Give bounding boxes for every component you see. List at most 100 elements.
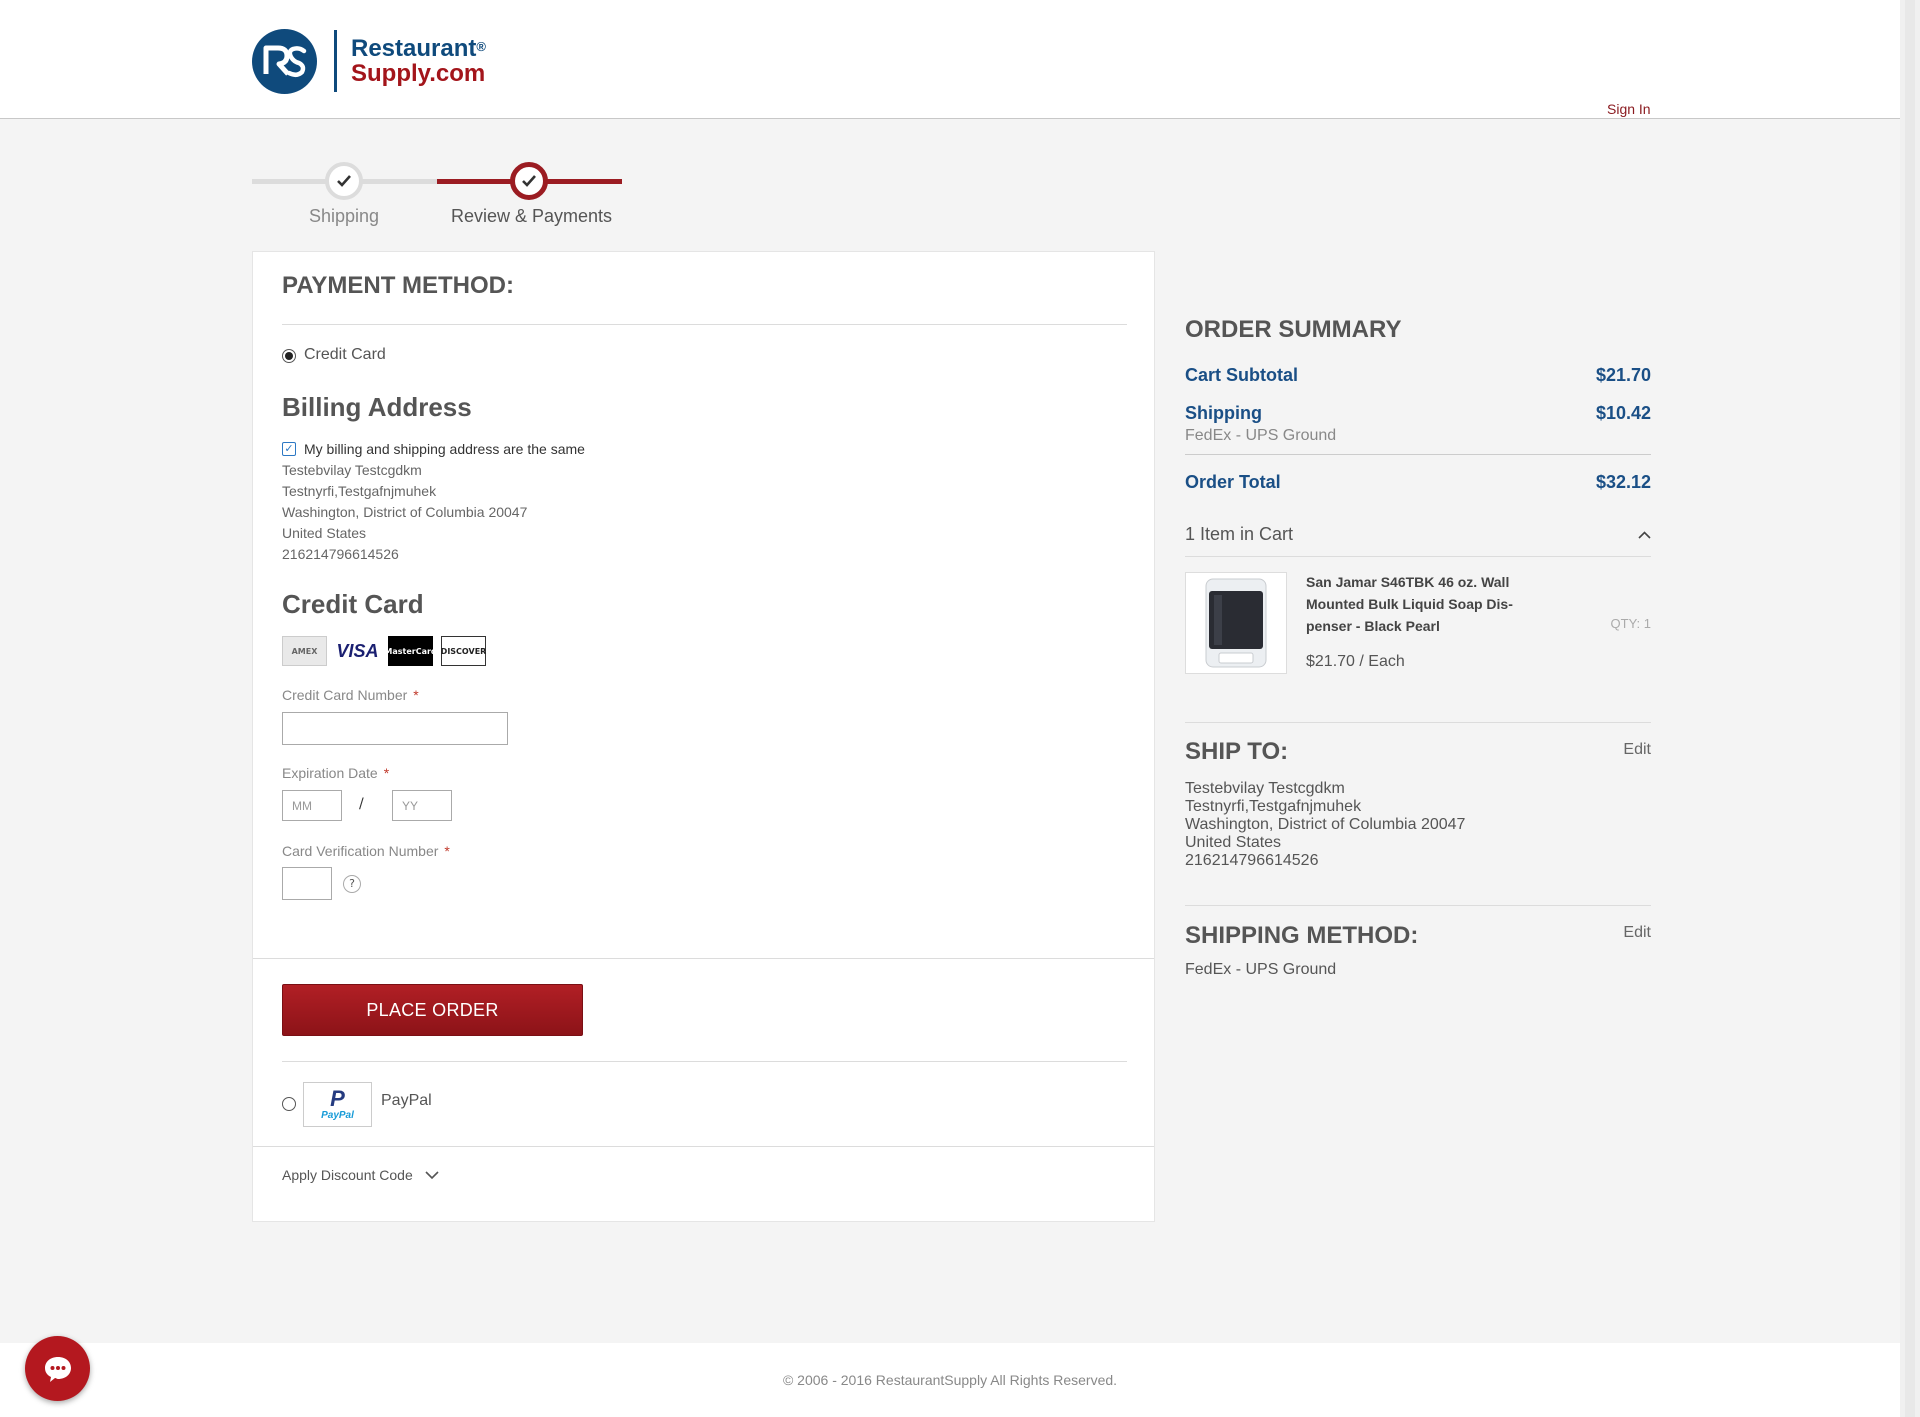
step-review-label: Review & Payments: [451, 206, 613, 226]
apply-discount-toggle[interactable]: Apply Discount Code: [282, 1167, 439, 1183]
divider: [253, 1146, 1154, 1147]
billing-address-line: Testnyrfi,Testgafnjmuhek: [282, 483, 437, 499]
paypal-p-icon: P: [330, 1086, 345, 1111]
product-price: $21.70 / Each: [1306, 653, 1405, 670]
shipping-value: $10.42: [1595, 403, 1651, 423]
logo-mark-icon: [252, 28, 317, 94]
divider: [253, 958, 1154, 959]
logo-registered-mark: ®: [476, 39, 486, 54]
divider: [1185, 454, 1651, 455]
cvv-label: Card Verification Number *: [282, 843, 450, 859]
card-number-input[interactable]: [282, 712, 508, 745]
expiration-label: Expiration Date *: [282, 765, 389, 781]
paypal-logo[interactable]: P PayPal: [303, 1082, 372, 1127]
credit-card-radio[interactable]: [282, 349, 296, 363]
expiration-month-input[interactable]: MM: [282, 790, 342, 821]
discover-icon: DISCOVER: [441, 636, 486, 666]
billing-address-line: 216214796614526: [282, 546, 399, 562]
logo-divider: [334, 30, 337, 92]
paypal-radio[interactable]: [282, 1097, 296, 1111]
site-footer: © 2006 - 2016 RestaurantSupply All Right…: [0, 1343, 1900, 1417]
order-total-label: Order Total: [1185, 472, 1281, 492]
site-header: Restaurant® Supply.com Sign In: [0, 0, 1900, 119]
cart-subtotal-value: $21.70: [1595, 365, 1651, 385]
required-mark: *: [413, 687, 419, 703]
step-shipping-check-icon[interactable]: [325, 162, 363, 200]
items-in-cart-toggle[interactable]: 1 Item in Cart: [1185, 524, 1651, 545]
credit-card-title: Credit Card: [282, 589, 424, 619]
paypal-label[interactable]: PayPal: [381, 1092, 432, 1110]
shipping-row: Shipping $10.42: [1185, 403, 1651, 424]
expiration-year-input[interactable]: YY: [392, 790, 452, 821]
divider: [1185, 905, 1651, 906]
billing-address-line: Testebvilay Testcgdkm: [282, 462, 422, 478]
expiration-separator: /: [359, 796, 364, 812]
ship-to-line: United States: [1185, 834, 1282, 851]
cvv-help-icon[interactable]: ?: [343, 875, 361, 893]
shipping-method-note: FedEx - UPS Ground: [1185, 427, 1337, 444]
shipping-method-edit-link[interactable]: Edit: [1623, 924, 1651, 942]
soap-dispenser-image: [1205, 578, 1267, 668]
items-in-cart-label: 1 Item in Cart: [1185, 524, 1294, 544]
apply-discount-label: Apply Discount Code: [282, 1167, 413, 1183]
payment-method-title: PAYMENT METHOD:: [282, 272, 515, 299]
payment-panel: PAYMENT METHOD: Credit Card Billing Addr…: [252, 251, 1155, 1222]
chevron-up-icon: [1638, 530, 1651, 539]
billing-address-line: United States: [282, 525, 367, 541]
checkout-progress: Shipping Review & Payments: [252, 158, 622, 238]
shipping-method-title: SHIPPING METHOD:: [1185, 922, 1419, 949]
product-qty: QTY: 1: [1610, 616, 1651, 631]
divider: [282, 324, 1127, 325]
paypal-logo-text: PayPal: [321, 1110, 354, 1121]
card-logos: AMEX VISA MasterCard DISCOVER: [282, 636, 486, 666]
order-summary-title: ORDER SUMMARY: [1185, 316, 1402, 343]
billing-address-block: Testebvilay Testcgdkm Testnyrfi,Testgafn…: [282, 460, 527, 565]
logo-line-1: Restaurant: [351, 35, 477, 62]
page-scrollbar-thumb[interactable]: [1905, 0, 1915, 1417]
ship-to-line: Testnyrfi,Testgafnjmuhek: [1185, 798, 1362, 815]
place-order-button[interactable]: PLACE ORDER: [282, 984, 583, 1036]
copyright-text: © 2006 - 2016 RestaurantSupply All Right…: [782, 1372, 1118, 1388]
ship-to-title: SHIP TO:: [1185, 738, 1289, 765]
logo-line-2: Supply.com: [351, 60, 486, 87]
same-address-checkbox[interactable]: ✓: [282, 442, 296, 456]
order-total-value: $32.12: [1595, 472, 1651, 492]
logo-wordmark: Restaurant® Supply.com: [351, 36, 486, 86]
sign-in-link[interactable]: Sign In: [1607, 101, 1651, 117]
step-review-check-icon: [510, 162, 548, 200]
cvv-label-text: Card Verification Number: [282, 843, 439, 859]
amex-icon: AMEX: [282, 636, 327, 666]
ship-to-edit-link[interactable]: Edit: [1623, 741, 1651, 759]
divider: [1185, 556, 1651, 557]
expiration-label-text: Expiration Date: [282, 765, 378, 781]
chat-bubble-icon: [44, 1356, 71, 1382]
product-name[interactable]: San Jamar S46TBK 46 oz. Wall Mounted Bul…: [1306, 571, 1536, 637]
required-mark: *: [383, 765, 390, 781]
card-number-label-text: Credit Card Number: [282, 687, 408, 703]
chat-button[interactable]: [25, 1336, 90, 1401]
ship-to-address: Testebvilay Testcgdkm Testnyrfi,Testgafn…: [1185, 780, 1465, 870]
same-address-label[interactable]: My billing and shipping address are the …: [304, 441, 585, 457]
ship-to-line: 216214796614526: [1185, 852, 1319, 869]
step-shipping-label[interactable]: Shipping: [309, 206, 379, 227]
ship-to-line: Testebvilay Testcgdkm: [1185, 780, 1345, 797]
divider: [1185, 722, 1651, 723]
divider: [282, 1061, 1127, 1062]
mastercard-icon: MasterCard: [384, 636, 437, 666]
billing-address-line: Washington, District of Columbia 20047: [282, 504, 528, 520]
site-logo[interactable]: Restaurant® Supply.com: [252, 28, 486, 94]
ship-to-line: Washington, District of Columbia 20047: [1185, 816, 1466, 833]
product-thumbnail[interactable]: [1185, 572, 1287, 674]
chevron-down-icon: [425, 1170, 439, 1179]
cart-subtotal-row: Cart Subtotal $21.70: [1185, 365, 1651, 386]
cart-subtotal-label: Cart Subtotal: [1185, 365, 1299, 385]
shipping-method-value: FedEx - UPS Ground: [1185, 961, 1337, 978]
order-total-row: Order Total $32.12: [1185, 472, 1651, 493]
credit-card-radio-label[interactable]: Credit Card: [304, 346, 386, 364]
shipping-label: Shipping: [1185, 403, 1262, 423]
cvv-input[interactable]: [282, 867, 332, 900]
required-mark: *: [444, 843, 450, 859]
card-number-label: Credit Card Number *: [282, 687, 419, 703]
billing-address-title: Billing Address: [282, 392, 472, 422]
visa-icon: VISA: [336, 640, 379, 661]
